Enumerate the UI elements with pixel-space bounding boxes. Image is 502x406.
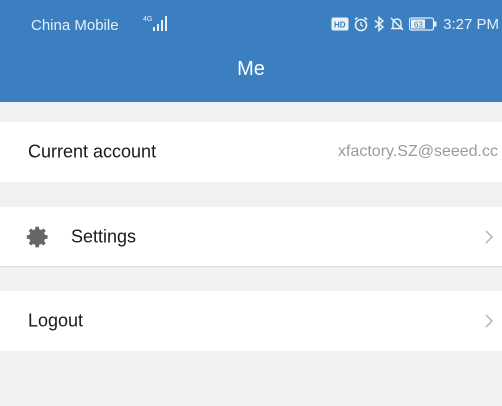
chevron-right-icon	[485, 314, 494, 328]
hd-icon: HD	[331, 17, 349, 31]
status-time: 3:27 PM	[443, 15, 499, 33]
logout-label: Logout	[28, 310, 84, 331]
alarm-icon	[354, 16, 368, 32]
page-title: Me	[237, 58, 265, 80]
gear-icon	[26, 226, 48, 247]
mute-icon	[390, 17, 404, 31]
settings-row[interactable]: Settings	[0, 207, 502, 266]
chevron-right-icon	[485, 229, 494, 244]
status-bar: China Mobile 4G HD 63 3:27 PM	[0, 0, 502, 52]
logout-row[interactable]: Logout	[0, 291, 502, 351]
svg-text:HD: HD	[334, 21, 346, 30]
current-account-value: xfactory.SZ@seeed.cc	[338, 143, 498, 160]
network-badge: 4G	[143, 16, 152, 23]
carrier-name: China Mobile	[31, 17, 119, 34]
bluetooth-icon	[374, 16, 385, 32]
settings-divider	[0, 266, 502, 267]
battery-icon: 63	[409, 17, 437, 31]
current-account-row: Current account xfactory.SZ@seeed.cc	[0, 122, 502, 182]
settings-label: Settings	[71, 226, 137, 246]
status-icons: HD 63 3:27 PM	[331, 14, 499, 34]
signal-icon: 4G	[143, 16, 167, 31]
me-screen: China Mobile 4G HD 63 3:27 PM Me Current…	[0, 0, 502, 406]
app-header: China Mobile 4G HD 63 3:27 PM Me	[0, 0, 502, 102]
current-account-label: Current account	[28, 141, 157, 162]
battery-level: 63	[414, 21, 423, 30]
